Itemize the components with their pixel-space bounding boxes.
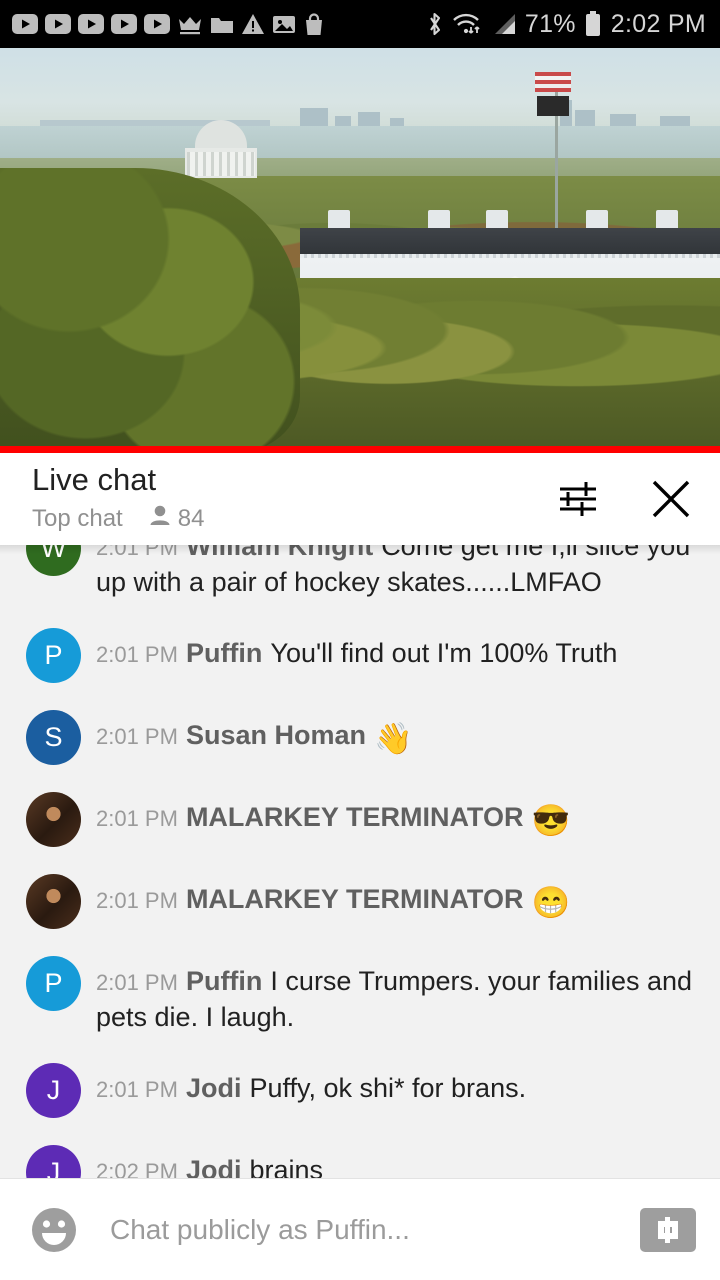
- live-chat-header: Live chat Top chat 84: [0, 453, 720, 545]
- jefferson-memorial: [185, 120, 257, 178]
- avatar[interactable]: J: [26, 1144, 81, 1178]
- message-body: 2:01 PM MALARKEY TERMINATOR 😁: [96, 872, 706, 929]
- chat-header-actions: [556, 476, 694, 522]
- video-player[interactable]: [0, 48, 720, 453]
- message-timestamp: 2:02 PM: [96, 1158, 178, 1178]
- person-icon: [149, 504, 171, 534]
- chat-message[interactable]: J 2:02 PM Jodi brains: [0, 1143, 720, 1178]
- chat-message[interactable]: 2:01 PM MALARKEY TERMINATOR 😎: [0, 790, 720, 847]
- warning-triangle-icon: [241, 13, 265, 35]
- chat-header-subtitle: Top chat 84: [32, 504, 556, 534]
- youtube-play-icon: [78, 14, 104, 34]
- message-author[interactable]: William Knight: [186, 545, 373, 561]
- chat-header-titles: Live chat Top chat 84: [32, 464, 556, 534]
- chat-composer: [0, 1178, 720, 1280]
- message-text: 😎: [531, 802, 571, 838]
- avatar[interactable]: [26, 873, 81, 929]
- message-text: You'll find out I'm 100% Truth: [270, 637, 618, 668]
- avatar[interactable]: [26, 791, 81, 847]
- message-body: 2:01 PM Puffin I curse Trumpers. your fami…: [96, 954, 706, 1036]
- clock-label: 2:02 PM: [610, 9, 706, 38]
- message-timestamp: 2:01 PM: [96, 723, 178, 749]
- shopping-bag-icon: [303, 12, 325, 36]
- message-author[interactable]: Susan Homan: [186, 720, 366, 750]
- message-body: 2:01 PM Susan Homan 👋: [96, 708, 706, 765]
- message-author[interactable]: Jodi: [186, 1155, 242, 1178]
- message-text: brains: [249, 1154, 323, 1178]
- avatar[interactable]: S: [26, 709, 81, 765]
- message-text: 😁: [531, 884, 571, 920]
- message-body: 2:01 PM MALARKEY TERMINATOR 😎: [96, 790, 706, 847]
- viewer-count: 84: [149, 504, 205, 534]
- message-timestamp: 2:01 PM: [96, 805, 178, 831]
- status-system-icons: 71% 2:02 PM: [426, 10, 706, 39]
- video-progress-bar[interactable]: [0, 446, 720, 453]
- message-author[interactable]: MALARKEY TERMINATOR: [186, 884, 524, 914]
- message-author[interactable]: Puffin: [186, 966, 262, 996]
- us-flag: [535, 72, 571, 92]
- wifi-icon: [451, 11, 483, 37]
- avatar[interactable]: W: [26, 545, 81, 576]
- message-timestamp: 2:01 PM: [96, 1076, 178, 1102]
- youtube-play-icon: [144, 14, 170, 34]
- battery-percent-label: 71%: [524, 9, 576, 38]
- message-timestamp: 2:01 PM: [96, 969, 178, 995]
- pow-flag: [537, 96, 569, 116]
- tune-sliders-icon[interactable]: [556, 479, 600, 519]
- battery-icon: [585, 11, 601, 37]
- cell-signal-icon: [491, 12, 517, 36]
- message-timestamp: 2:01 PM: [96, 887, 178, 913]
- message-timestamp: 2:01 PM: [96, 545, 178, 560]
- chat-message[interactable]: S 2:01 PM Susan Homan 👋: [0, 708, 720, 765]
- bluetooth-icon: [426, 10, 443, 38]
- message-body: 2:01 PM William Knight Come get me I,ll sl…: [96, 545, 706, 601]
- message-author[interactable]: Puffin: [186, 638, 262, 668]
- close-x-icon[interactable]: [648, 476, 694, 522]
- chat-input[interactable]: [110, 1213, 640, 1246]
- status-bar: 71% 2:02 PM: [0, 0, 720, 48]
- chat-message-list[interactable]: W 2:01 PM William Knight Come get me I,ll s…: [0, 545, 720, 1178]
- message-body: 2:01 PM Jodi Puffy, ok shi* for brans.: [96, 1061, 706, 1118]
- chat-message[interactable]: W 2:01 PM William Knight Come get me I,ll s…: [0, 545, 720, 601]
- chat-message[interactable]: 2:01 PM MALARKEY TERMINATOR 😁: [0, 872, 720, 929]
- message-body: 2:02 PM Jodi brains: [96, 1143, 706, 1178]
- status-notification-icons: [12, 12, 426, 36]
- image-icon: [272, 14, 296, 35]
- viewer-count-label: 84: [177, 504, 205, 532]
- crown-icon: [177, 13, 203, 35]
- chat-message[interactable]: P 2:01 PM Puffin You'll find out I'm 100% T…: [0, 626, 720, 683]
- youtube-play-icon: [12, 14, 38, 34]
- dollar-superchat-icon[interactable]: [640, 1207, 696, 1252]
- message-text: 👋: [373, 720, 413, 756]
- youtube-play-icon: [45, 14, 71, 34]
- youtube-play-icon: [111, 14, 137, 34]
- avatar[interactable]: P: [26, 955, 81, 1011]
- folder-icon: [210, 14, 234, 35]
- message-body: 2:01 PM Puffin You'll find out I'm 100% Tr…: [96, 626, 706, 683]
- emoji-smiley-icon[interactable]: [28, 1204, 80, 1256]
- message-timestamp: 2:01 PM: [96, 641, 178, 667]
- chat-mode-label[interactable]: Top chat: [32, 505, 123, 533]
- avatar[interactable]: J: [26, 1062, 81, 1118]
- message-author[interactable]: Jodi: [186, 1073, 242, 1103]
- message-text: Puffy, ok shi* for brans.: [249, 1072, 527, 1103]
- page-title: Live chat: [32, 462, 157, 498]
- message-author[interactable]: MALARKEY TERMINATOR: [186, 802, 524, 832]
- chat-message[interactable]: J 2:01 PM Jodi Puffy, ok shi* for brans.: [0, 1061, 720, 1118]
- avatar[interactable]: P: [26, 627, 81, 683]
- chat-message[interactable]: P 2:01 PM Puffin I curse Trumpers. your fam…: [0, 954, 720, 1036]
